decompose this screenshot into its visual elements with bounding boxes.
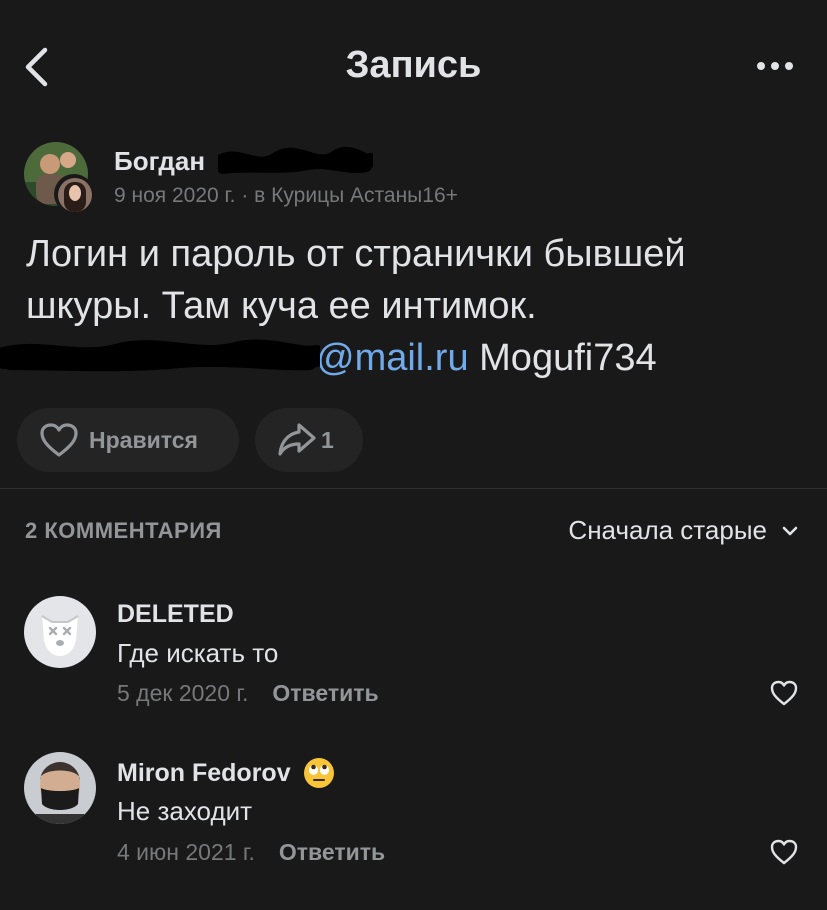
sort-label: Сначала старые (568, 515, 767, 545)
commenter-avatar[interactable] (24, 752, 96, 824)
eye-roll-emoji-icon (303, 758, 334, 788)
post-meta: 9 ноя 2020 г. · в Курицы Астаны16+ (114, 184, 458, 208)
group-prefix: в (254, 184, 272, 207)
like-label: Нравится (89, 426, 198, 453)
comment-author[interactable]: Miron Fedorov (117, 757, 335, 789)
story-avatar[interactable] (58, 178, 92, 212)
share-icon (277, 420, 317, 460)
group-link[interactable]: Курицы Астаны (271, 184, 422, 207)
comment-date: 5 дек 2020 г. (117, 680, 249, 706)
comment-author[interactable]: DELETED (117, 600, 234, 629)
email-link[interactable]: @mail.ru (316, 337, 469, 379)
comment-like-heart-icon[interactable] (769, 838, 799, 866)
deleted-dog-icon (24, 596, 96, 668)
redaction-scribble (218, 147, 373, 174)
post-text-line-2: шкуры. Там куча ее интимок. (26, 285, 537, 327)
sort-dropdown[interactable]: Сначала старые (568, 515, 799, 546)
avatar-photo (24, 752, 96, 824)
comment-author-name: Miron Fedorov (117, 758, 291, 787)
deleted-user-avatar[interactable] (24, 596, 96, 668)
post-text-line-1: Логин и пароль от странички бывшей (26, 233, 686, 275)
chevron-down-icon (782, 526, 798, 535)
reply-button[interactable]: Ответить (279, 839, 385, 865)
comment-meta: 5 дек 2020 г. Ответить (117, 680, 379, 707)
meta-separator: · (235, 184, 255, 207)
share-button[interactable]: 1 (255, 408, 363, 472)
comment-like-heart-icon[interactable] (769, 679, 799, 707)
nav-bar: Запись (0, 0, 827, 130)
comment-meta: 4 июн 2021 г. Ответить (117, 839, 385, 866)
divider (0, 488, 827, 489)
password-text: Mogufi734 (479, 337, 657, 379)
more-button[interactable] (753, 52, 797, 80)
comment-date: 4 июн 2021 г. (117, 839, 255, 865)
comment-text: Где искать то (117, 638, 279, 668)
share-count: 1 (321, 426, 334, 453)
age-rating: 16+ (422, 184, 458, 207)
reply-button[interactable]: Ответить (272, 680, 378, 706)
more-icon (757, 62, 793, 70)
author-name[interactable]: Богдан (114, 146, 205, 177)
heart-icon (39, 420, 79, 460)
like-button[interactable]: Нравится (17, 408, 239, 472)
comment-text: Не заходит (117, 796, 253, 826)
story-avatar-photo (58, 178, 92, 212)
post-date: 9 ноя 2020 г. (114, 184, 236, 207)
redaction-scribble-email (0, 339, 320, 372)
comments-count: 2 КОММЕНТАРИЯ (25, 518, 222, 543)
page-title: Запись (345, 44, 482, 86)
